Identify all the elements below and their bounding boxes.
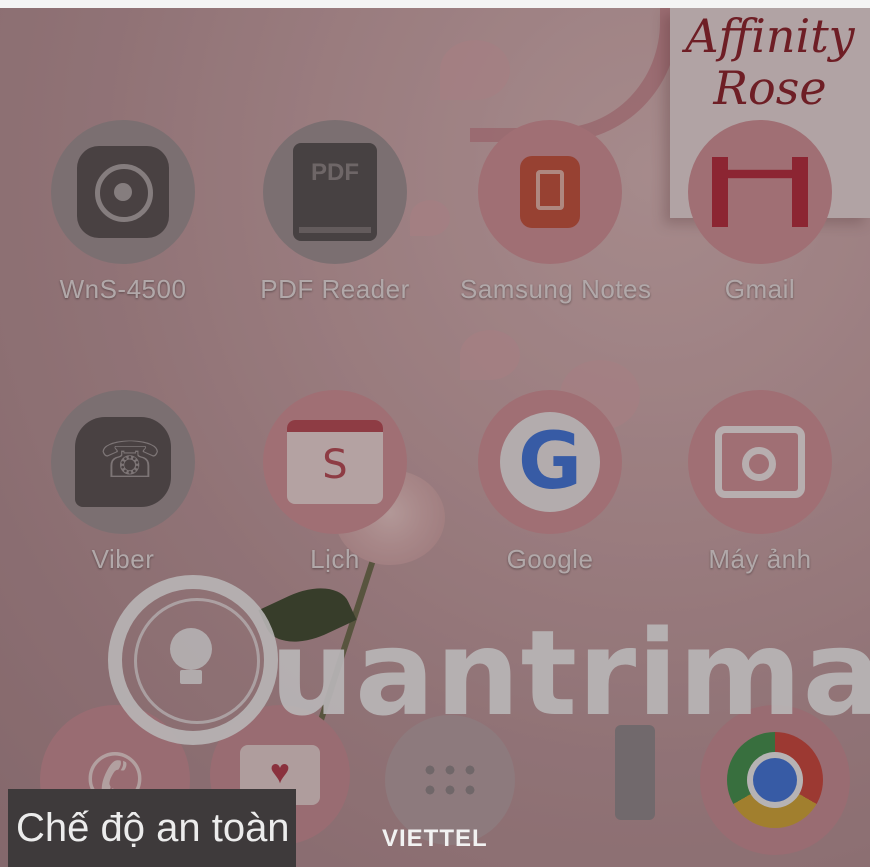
app-pdf-reader[interactable]: PDF PDF Reader	[245, 120, 425, 305]
camera-icon	[715, 426, 805, 498]
lightbulb-base-icon	[180, 670, 202, 684]
app-icon-bg	[688, 120, 832, 264]
google-icon: G	[500, 412, 600, 512]
notes-icon	[520, 156, 580, 228]
app-icon-bg	[688, 390, 832, 534]
app-label: Samsung Notes	[460, 274, 652, 304]
wallpaper-petal	[440, 40, 510, 100]
app-icon-bg	[51, 120, 195, 264]
app-samsung-notes[interactable]: Samsung Notes	[460, 120, 652, 305]
calendar-icon-text: S	[322, 442, 348, 488]
top-bar	[0, 0, 870, 8]
card-text-line1: Affinity	[685, 9, 855, 63]
pdf-book-icon: PDF	[293, 143, 377, 241]
app-label: PDF Reader	[260, 274, 410, 304]
app-icon-bg: G	[478, 390, 622, 534]
lightbulb-icon	[170, 628, 212, 670]
app-google[interactable]: G Google	[460, 390, 640, 575]
app-label: Viber	[91, 544, 155, 574]
app-icon-bg	[478, 120, 622, 264]
app-wns4500[interactable]: WnS-4500	[33, 120, 213, 305]
chrome-icon	[727, 732, 823, 828]
app-viber[interactable]: Viber	[33, 390, 213, 575]
calendar-icon: S	[287, 420, 383, 504]
google-icon-text: G	[517, 417, 583, 507]
card-text-line2: Rose	[713, 61, 827, 115]
app-icon-bg: PDF	[263, 120, 407, 264]
watermark-text: uantrimang	[270, 604, 870, 742]
viber-icon	[75, 417, 171, 507]
app-label: Gmail	[724, 274, 796, 304]
camera-lens-icon	[77, 146, 169, 238]
home-screen: Affinity Rose WnS-4500 PDF PDF Reader Sa…	[0, 0, 870, 867]
carrier-label: VIETTEL	[382, 825, 488, 852]
app-icon-bg: S	[263, 390, 407, 534]
app-camera[interactable]: Máy ảnh	[670, 390, 850, 575]
app-icon-bg	[51, 390, 195, 534]
app-drawer-icon	[420, 760, 480, 800]
app-label: Máy ảnh	[708, 544, 812, 574]
app-gmail[interactable]: Gmail	[670, 120, 850, 305]
wallpaper-petal	[460, 330, 520, 380]
pdf-icon-text: PDF	[311, 159, 359, 186]
app-label: Lịch	[310, 544, 360, 574]
wallpaper-card-text: Affinity Rose	[680, 10, 860, 114]
safe-mode-banner: Chế độ an toàn	[8, 789, 296, 867]
app-calendar[interactable]: S Lịch	[245, 390, 425, 575]
safe-mode-label: Chế độ an toàn	[16, 805, 290, 850]
app-label: WnS-4500	[59, 274, 187, 304]
app-label: Google	[506, 544, 594, 574]
gmail-icon	[712, 157, 808, 227]
